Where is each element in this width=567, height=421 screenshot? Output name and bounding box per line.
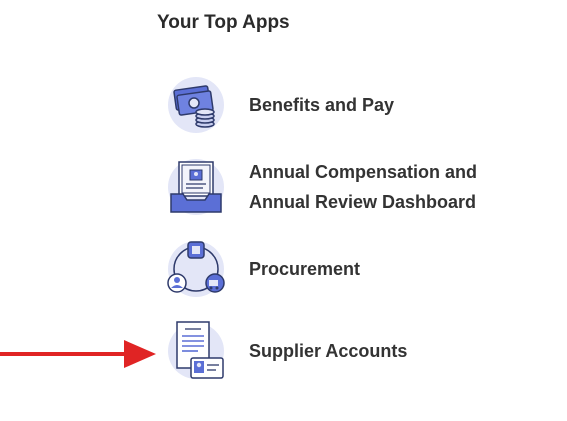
red-arrow-icon bbox=[0, 340, 156, 368]
app-benefits-and-pay[interactable]: Benefits and Pay bbox=[165, 74, 525, 136]
app-annual-compensation[interactable]: Annual Compensation and Annual Review Da… bbox=[165, 156, 525, 218]
inbox-tray-icon bbox=[165, 156, 227, 218]
money-coins-icon bbox=[165, 74, 227, 136]
app-procurement[interactable]: Procurement bbox=[165, 238, 525, 300]
procurement-network-icon bbox=[165, 238, 227, 300]
app-supplier-accounts[interactable]: Supplier Accounts bbox=[165, 320, 525, 382]
app-label: Supplier Accounts bbox=[249, 341, 408, 361]
app-label: Annual Compensation and Annual Review Da… bbox=[249, 162, 478, 212]
supplier-document-icon bbox=[165, 320, 227, 382]
app-label: Procurement bbox=[249, 259, 361, 279]
section-title: Your Top Apps bbox=[157, 12, 290, 33]
app-label: Benefits and Pay bbox=[249, 95, 395, 115]
